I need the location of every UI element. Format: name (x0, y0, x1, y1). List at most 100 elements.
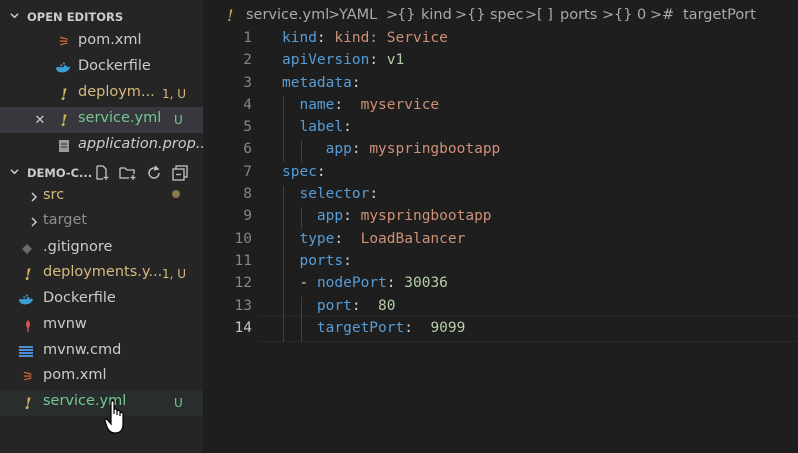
code-line: 4 name: myservice (203, 95, 798, 117)
line-number: 2 (243, 52, 252, 69)
project-folder-title: DEMO-C... (27, 166, 93, 180)
line-text: app: myspringbootapp (325, 141, 501, 158)
chevron-down-icon (10, 169, 19, 175)
open-editor-deployments[interactable]: ! deploym... 1, U (0, 81, 203, 107)
breadcrumb-lang[interactable]: YAML (339, 7, 377, 23)
line-number: 6 (243, 141, 252, 158)
tree-item-label: mvnw (43, 316, 87, 332)
line-text: ports: (299, 252, 352, 269)
line-text: label: (299, 119, 352, 136)
code-line: 13 port: 80 (203, 296, 798, 318)
line-text: - nodePort: 30036 (299, 275, 448, 292)
code-line: 6 app: myspringbootapp (203, 139, 798, 161)
new-folder-icon[interactable] (119, 164, 137, 182)
tree-item-label: mvnw.cmd (43, 342, 122, 358)
git-modified-dot (172, 190, 180, 198)
line-number: 3 (243, 74, 252, 91)
open-editors-header[interactable]: OPEN EDITORS (0, 6, 203, 28)
breadcrumb-spec[interactable]: spec (490, 7, 524, 23)
line-number: 12 (234, 275, 252, 292)
code-line: 3 metadata: (203, 73, 798, 95)
breadcrumb-file[interactable]: service.yml (246, 7, 329, 23)
object-icon: {} (397, 7, 416, 23)
line-number: 4 (243, 96, 252, 113)
line-text: apiVersion: v1 (282, 52, 405, 69)
tree-file-mvnw[interactable]: mvnw (0, 313, 203, 339)
code-line: 14 targetPort: 9099 (203, 318, 798, 340)
open-editors-title: OPEN EDITORS (27, 10, 124, 24)
code-line: 10 type: LoadBalancer (203, 229, 798, 251)
tree-item-label: src (43, 187, 65, 203)
breadcrumb-ports[interactable]: ports (560, 7, 597, 23)
yaml-exclamation-icon: ! (60, 84, 68, 104)
code-line: 2 apiVersion: v1 (203, 50, 798, 72)
windows-icon (18, 344, 34, 360)
feather-icon (20, 318, 36, 334)
tree-item-label: deployments.y... (43, 264, 163, 280)
editor-pane: ! service.yml > YAML > {} kind > {} spec… (203, 0, 798, 453)
open-editor-label: Dockerfile (78, 58, 151, 74)
open-editor-dockerfile[interactable]: Dockerfile (0, 55, 203, 81)
chevron-right-icon (26, 214, 42, 230)
line-text: app: myspringbootapp (316, 208, 492, 225)
code-line: 7 spec: (203, 162, 798, 184)
code-line: 9 app: myspringbootapp (203, 206, 798, 228)
git-status-badge: U (174, 113, 183, 127)
open-editor-application-properties[interactable]: application.prop... (0, 133, 203, 159)
settings-file-icon (56, 138, 72, 154)
line-number: 11 (234, 252, 252, 269)
explorer-sidebar: OPEN EDITORS ⚞ pom.xml Dockerfile ! depl… (0, 0, 203, 453)
line-text: name: myservice (299, 96, 440, 113)
line-text: type: LoadBalancer (299, 230, 466, 247)
rss-icon: ⚞ (22, 369, 34, 385)
line-number: 14 (234, 319, 252, 336)
chevron-right-icon (26, 189, 42, 205)
yaml-exclamation-icon: ! (24, 393, 32, 413)
git-diamond-icon (19, 241, 35, 257)
tree-folder-target[interactable]: target (0, 209, 203, 235)
tree-folder-src[interactable]: src (0, 184, 203, 210)
open-editor-label: application.prop... (78, 136, 203, 152)
docker-icon (18, 292, 34, 308)
breadcrumb-target[interactable]: targetPort (683, 7, 756, 23)
tree-file-gitignore[interactable]: .gitignore (0, 236, 203, 262)
new-file-icon[interactable] (93, 164, 111, 182)
line-text: selector: (299, 186, 379, 203)
yaml-exclamation-icon: ! (60, 110, 68, 130)
close-icon[interactable]: ✕ (32, 112, 48, 128)
tree-file-deployments[interactable]: ! deployments.y... 1, U (0, 261, 203, 287)
code-line: 8 selector: (203, 184, 798, 206)
docker-icon (55, 60, 71, 76)
tree-file-pom[interactable]: ⚞ pom.xml (0, 364, 203, 390)
open-editor-label: pom.xml (78, 32, 142, 48)
collapse-all-icon[interactable] (171, 164, 189, 182)
open-editor-service[interactable]: ✕ ! service.yml U (0, 107, 203, 133)
line-text: targetPort: 9099 (316, 319, 466, 336)
code-line: 5 label: (203, 117, 798, 139)
refresh-icon[interactable] (145, 164, 163, 182)
explorer-toolbar (93, 164, 189, 182)
object-icon: {} (467, 7, 486, 23)
line-number: 10 (234, 230, 252, 247)
line-number: 9 (243, 208, 252, 225)
tree-file-dockerfile[interactable]: Dockerfile (0, 287, 203, 313)
tree-item-label: pom.xml (43, 367, 107, 383)
breadcrumb-separator: > (525, 7, 538, 23)
code-editor[interactable]: 1 kind: kind: Service 2 apiVersion: v1 3 me… (203, 28, 798, 340)
open-editor-pom[interactable]: ⚞ pom.xml (0, 29, 203, 55)
breadcrumb-kind[interactable]: kind (421, 7, 452, 23)
rss-icon: ⚞ (58, 34, 70, 50)
tree-item-label: .gitignore (43, 239, 113, 255)
chevron-down-icon (10, 13, 19, 19)
hand-cursor-icon (104, 400, 124, 434)
tree-file-mvnw-cmd[interactable]: mvnw.cmd (0, 339, 203, 365)
line-number: 8 (243, 186, 252, 203)
breadcrumb-separator: > (602, 7, 615, 23)
tree-file-service[interactable]: ! service.yml U (0, 390, 203, 416)
line-text: kind: kind: Service (282, 30, 448, 46)
code-line: 11 ports: (203, 251, 798, 273)
field-icon: # (662, 7, 675, 23)
line-text: port: 80 (316, 297, 396, 314)
git-status-badge: 1, U (162, 87, 187, 101)
breadcrumb-index[interactable]: 0 (637, 7, 646, 23)
